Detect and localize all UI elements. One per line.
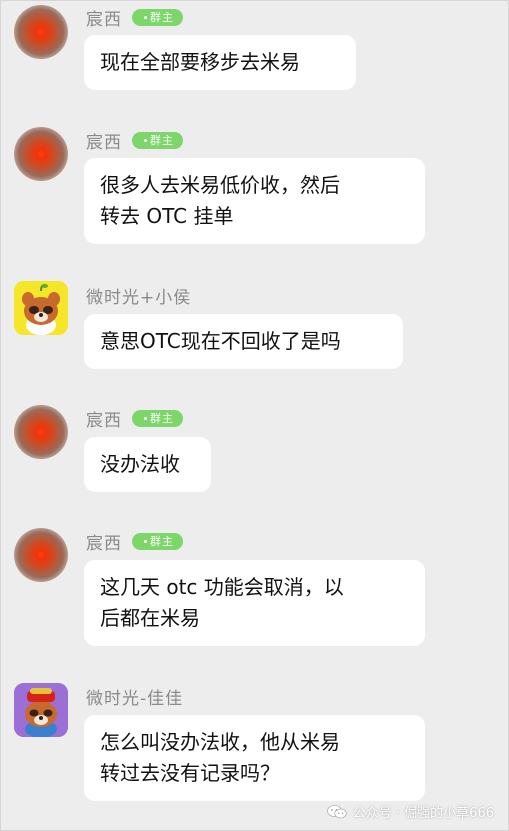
owner-badge: 群主 [132, 131, 183, 149]
message-text: 现在全部要移步去米易 [100, 50, 300, 74]
sender-name: 宸西 [86, 132, 122, 153]
sender-row: 宸西 群主 [86, 405, 183, 431]
owner-badge: 群主 [132, 532, 183, 550]
chat-window: 宸西 群主 现在全部要移步去米易 宸西 群主 很多人去米易低价收，然后 转去 O… [0, 0, 509, 831]
sender-name: 宸西 [86, 410, 122, 431]
sender-row: 宸西 群主 [86, 127, 183, 153]
message-bubble[interactable]: 现在全部要移步去米易 [84, 35, 356, 90]
message-bubble[interactable]: 很多人去米易低价收，然后 转去 OTC 挂单 [84, 158, 425, 244]
sender-row: 微时光+小侯 [86, 282, 191, 308]
avatar[interactable] [14, 127, 68, 181]
message-bubble[interactable]: 没办法收 [84, 437, 211, 492]
message-text: 没办法收 [100, 452, 180, 476]
sender-name: 微时光-佳佳 [86, 688, 184, 709]
avatar[interactable] [14, 683, 68, 737]
message-bubble[interactable]: 这几天 otc 功能会取消，以 后都在米易 [84, 560, 425, 646]
sender-row: 宸西 群主 [86, 4, 183, 30]
avatar[interactable] [14, 5, 68, 59]
message-bubble[interactable]: 意思OTC现在不回收了是吗 [84, 314, 403, 369]
owner-badge: 群主 [132, 409, 183, 427]
message-text: 这几天 otc 功能会取消，以 [100, 575, 344, 599]
sender-name: 微时光+小侯 [86, 287, 192, 308]
message-text: 转过去没有记录吗？ [100, 761, 280, 785]
watermark-text: 公众号 · 倔强的小草666 [352, 806, 494, 821]
sender-name: 宸西 [86, 9, 122, 30]
message-text: 怎么叫没办法收，他从米易 [100, 730, 340, 754]
message-text: 转去 OTC 挂单 [100, 204, 234, 228]
owner-badge: 群主 [132, 8, 183, 26]
sender-row: 宸西 群主 [86, 528, 183, 554]
sender-name: 宸西 [86, 533, 122, 554]
wechat-icon [326, 804, 347, 819]
avatar[interactable] [14, 281, 68, 335]
message-text: 意思OTC现在不回收了是吗 [100, 329, 341, 353]
sender-row: 微时光-佳佳 [86, 683, 183, 709]
message-text: 后都在米易 [100, 606, 200, 630]
avatar[interactable] [14, 405, 68, 459]
message-bubble[interactable]: 怎么叫没办法收，他从米易 转过去没有记录吗？ [84, 715, 425, 801]
message-text: 很多人去米易低价收，然后 [100, 173, 340, 197]
watermark: 公众号 · 倔强的小草666 [326, 802, 494, 821]
avatar[interactable] [14, 528, 68, 582]
